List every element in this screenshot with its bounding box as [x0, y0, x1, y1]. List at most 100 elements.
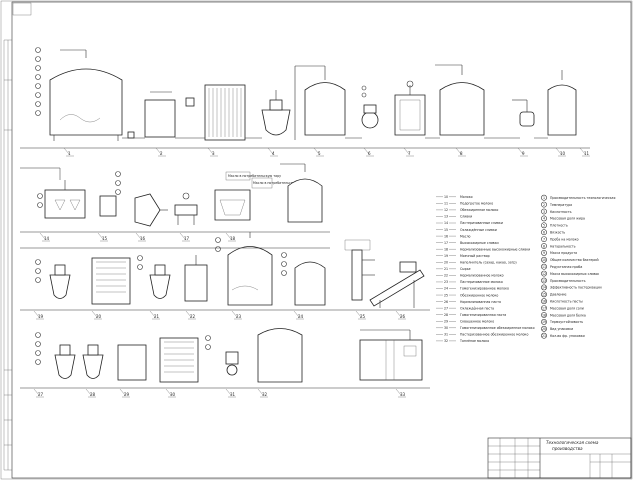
control-legend-item: 19 Термоустойчивость [541, 318, 583, 325]
pipeline-code: 15 [444, 228, 448, 232]
separator-21 [149, 264, 171, 299]
equipment-number: 11 [584, 151, 590, 156]
control-label: Массовая доля соли [550, 306, 584, 310]
equipment-number: 22 [190, 314, 196, 319]
pipeline-code: 26 [444, 300, 448, 304]
pipeline-label: Гомогенизированная паста [460, 313, 506, 317]
equipment-number: 19 [38, 314, 44, 319]
pipeline-code: 13 [444, 215, 448, 219]
control-legend-item: 12 Масса высокожирных сливок [541, 270, 599, 277]
pipeline-label: Наполнитель (сахар, какао, затр) [460, 261, 517, 265]
pipeline-label: Обезжиренное молоко [460, 293, 498, 297]
control-number: 9 [543, 251, 545, 255]
pipeline-label: Нормализованная паста [460, 300, 501, 304]
control-number: 5 [543, 224, 545, 228]
control-legend-item: 4 Массовая доля жира [541, 215, 585, 222]
maturation-tank-7 [394, 80, 426, 136]
pipeline-label: Топлёное молоко [459, 339, 489, 343]
pipeline-legend-item: 23 Пастеризованное молоко [436, 280, 503, 284]
receiving-bath-2 [144, 99, 176, 138]
pipeline-legend-item: 25 Обезжиренное молоко [436, 293, 498, 297]
pipeline-label: Подогретое молоко [460, 202, 493, 206]
control-number: 18 [542, 313, 546, 317]
equipment-number: 6 [368, 151, 371, 156]
row3-equipment [20, 232, 430, 311]
pipeline-code: 31 [444, 333, 448, 337]
churn-16 [134, 193, 168, 227]
pipeline-label: Охлаждённая паста [460, 306, 494, 310]
control-number: 2 [543, 203, 545, 207]
control-label: Вязкость [550, 231, 565, 235]
pipeline-legend-item: 26 Нормализованная паста [436, 300, 501, 304]
plate-heat-exchanger-3 [204, 84, 246, 141]
control-legend-item: 18 Массовая доля белка [541, 312, 586, 318]
control-number: 10 [542, 258, 546, 262]
equipment-number: 24 [298, 314, 304, 319]
pipeline-legend-item: 13 Сливки [436, 215, 472, 219]
control-number: 3 [543, 210, 545, 214]
screw-conveyor-26 [369, 261, 425, 308]
pipeline-label: Обезжиренное молоко [460, 208, 498, 212]
equipment-number: 15 [102, 236, 108, 241]
equipment-number: 33 [400, 392, 406, 397]
equipment-number: 29 [124, 392, 130, 397]
pipeline-legend-item: 16 Масло [436, 234, 470, 238]
control-legend-item: 15 Давление [541, 291, 566, 298]
control-legend-item: 8 Натуральность [541, 243, 576, 249]
control-legend-item: 2 Температура [541, 201, 572, 208]
tank-1-instruments [35, 47, 41, 116]
equipment-number: 4 [272, 151, 275, 156]
pasteurizer-20 [91, 257, 131, 305]
pipeline-code: 23 [444, 280, 448, 284]
control-label: Температура [549, 203, 572, 207]
control-legend-item: 1 Производительность технологическая [541, 194, 615, 201]
control-legend-item: 5 Плотность [541, 222, 568, 229]
pasteurizer-30 [159, 337, 199, 383]
elevator-25 [344, 239, 375, 301]
equipment-number: 32 [262, 392, 268, 397]
pipeline-code: 11 [444, 202, 448, 206]
control-number: 21 [542, 334, 546, 338]
row1-equipment [20, 47, 590, 149]
equipment-number: 5 [318, 151, 321, 156]
drawing-title-line1: Технологическая схема [546, 440, 599, 445]
equipment-number: 7 [408, 151, 411, 156]
control-label: Кислотность пасты [550, 300, 583, 304]
pipeline-legend-item: 29 Сквашенное молоко [436, 319, 494, 323]
control-label: Редуктазная проба [550, 265, 582, 269]
pipeline-legend-item: 17 Высокожирные сливки [436, 241, 499, 245]
control-label: Кол-во фр. упаковки [550, 334, 585, 338]
control-legend-item: 16 Кислотность пасты [541, 298, 583, 305]
pipeline-code: 22 [444, 274, 448, 278]
separator-27 [54, 344, 76, 379]
pipeline-label: Нормализованные высокожирные сливки [460, 247, 530, 251]
pipeline-legend: 10 Молоко 11 Подогретое молоко 12 Обезжиренно… [436, 195, 535, 343]
row4-numbers: 27 28 29 30 31 32 33 [33, 388, 406, 398]
control-label: Массовая доля белка [550, 313, 586, 317]
technological-scheme-drawing: 1 2 3 4 5 6 7 8 9 10 11 Масло в потребительс [0, 0, 633, 480]
pipeline-label: Нормализованное молоко [460, 274, 504, 278]
pipeline-code: 18 [444, 247, 448, 251]
equipment-number: 9 [522, 151, 525, 156]
pipeline-legend-item: 32 Топлёное молоко [436, 339, 489, 343]
pipeline-code: 30 [444, 326, 448, 330]
pipeline-code: 12 [444, 208, 448, 212]
control-legend-item: 9 Масса продукта [541, 249, 577, 256]
equipment-number: 31 [230, 392, 236, 397]
pipeline-label: Пастеризованное молоко [460, 280, 503, 284]
control-number: 8 [543, 244, 545, 248]
control-legend-item: 14 Эффективность пастеризации [541, 284, 602, 291]
control-legend-item: 20 Вид упаковки [541, 325, 573, 332]
pipeline-code: 27 [444, 306, 448, 310]
pipeline-legend-item: 20 Наполнитель (сахар, какао, затр) [436, 261, 517, 265]
equipment-number: 14 [44, 236, 50, 241]
unit-15 [99, 171, 121, 217]
pipeline-legend-item: 18 Нормализованные высокожирные сливки [436, 247, 530, 251]
pipeline-code: 24 [444, 287, 448, 291]
separator-4 [261, 90, 291, 136]
tank-24 [294, 261, 326, 306]
pipeline-code: 14 [444, 221, 448, 225]
pipeline-legend-item: 24 Гомогенизированное молоко [436, 287, 509, 291]
pipeline-label: Сквашенное молоко [460, 319, 494, 323]
control-label: Проба на молоко [550, 237, 579, 241]
